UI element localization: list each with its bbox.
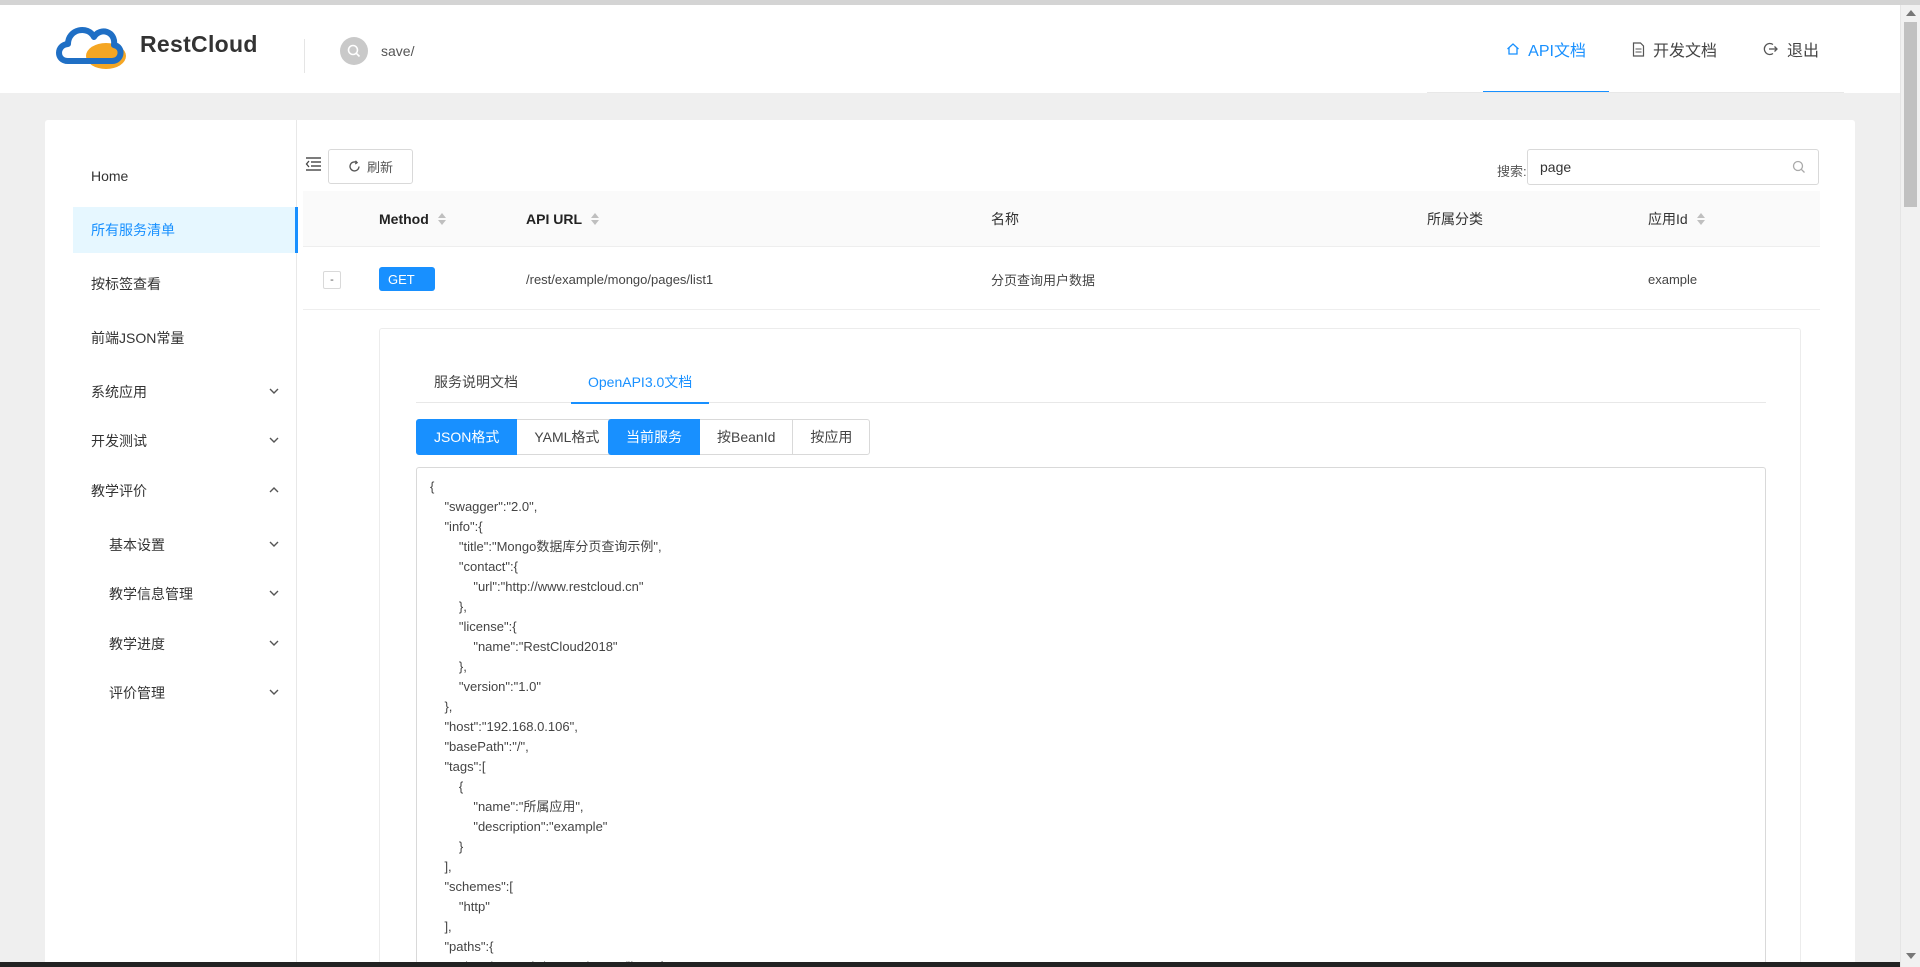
sidebar-item-teaching-info[interactable]: 教学信息管理	[73, 571, 297, 617]
yaml-format-button[interactable]: YAML格式	[516, 419, 618, 455]
scrollbar-thumb[interactable]	[1904, 22, 1917, 207]
sort-icon[interactable]	[1696, 213, 1705, 225]
current-service-button[interactable]: 当前服务	[608, 419, 700, 455]
detail-tabs: 服务说明文档 OpenAPI3.0文档	[416, 361, 1766, 404]
sidebar-item-teaching-progress[interactable]: 教学进度	[73, 621, 297, 667]
chevron-down-icon	[269, 689, 279, 695]
json-code-area[interactable]: { "swagger":"2.0", "info":{ "title":"Mon…	[416, 467, 1766, 967]
sidebar-item-all-services[interactable]: 所有服务清单	[73, 207, 298, 253]
brand-name: RestCloud	[140, 31, 258, 57]
sort-icon[interactable]	[591, 213, 599, 225]
detail-panel: 服务说明文档 OpenAPI3.0文档 JSON格式 YAML格式 当前服务 按…	[379, 328, 1801, 967]
sort-icon[interactable]	[437, 213, 446, 225]
page-scrollbar[interactable]	[1900, 5, 1920, 967]
nav-label: API文档	[1528, 43, 1586, 60]
sidebar-item-label: 教学进度	[109, 636, 165, 652]
expanded-row: 服务说明文档 OpenAPI3.0文档 JSON格式 YAML格式 当前服务 按…	[303, 311, 1820, 967]
column-header-category: 所属分类	[1427, 191, 1483, 247]
sidebar-item-label: 开发测试	[91, 433, 147, 449]
method-badge: GET	[379, 267, 435, 291]
app-header: RestCloud save/ API文档 开发文档 退出	[0, 5, 1900, 93]
chevron-up-icon	[269, 487, 279, 493]
refresh-button[interactable]: 刷新	[328, 149, 413, 184]
sidebar-item-home[interactable]: Home	[73, 153, 297, 199]
sidebar-item-dev-test[interactable]: 开发测试	[73, 418, 297, 464]
sidebar-item-label: 所有服务清单	[91, 222, 175, 238]
tab-openapi[interactable]: OpenAPI3.0文档	[570, 361, 710, 404]
sidebar-item-label: 基本设置	[109, 537, 165, 553]
header-search[interactable]: save/	[340, 37, 414, 65]
chevron-down-icon	[269, 437, 279, 443]
cloud-logo-icon	[56, 26, 126, 69]
chevron-down-icon	[269, 541, 279, 547]
cell-url: /rest/example/mongo/pages/list1	[526, 271, 714, 287]
search-label: 搜索:	[1497, 164, 1527, 179]
main-card: Home 所有服务清单 按标签查看 前端JSON常量 系统应用 开发测试 教学评…	[45, 120, 1855, 967]
json-content: { "swagger":"2.0", "info":{ "title":"Mon…	[430, 479, 663, 967]
json-format-button[interactable]: JSON格式	[416, 419, 518, 455]
search-icon[interactable]	[340, 37, 368, 65]
sidebar-item-label: 系统应用	[91, 384, 147, 400]
sidebar-item-label: 教学评价	[91, 483, 147, 499]
chevron-down-icon	[269, 388, 279, 394]
logout-icon	[1763, 42, 1778, 56]
sidebar-item-label: 评价管理	[109, 685, 165, 701]
header-search-text: save/	[381, 43, 415, 59]
nav-underline	[1427, 92, 1844, 93]
window-bottom-strip	[0, 962, 1900, 967]
refresh-label: 刷新	[366, 160, 393, 175]
header-divider	[304, 39, 305, 73]
chevron-down-icon	[269, 640, 279, 646]
nav-label: 退出	[1786, 43, 1819, 60]
refresh-icon	[349, 160, 360, 172]
column-header-name: 名称	[991, 191, 1019, 247]
sidebar-item-label: 教学信息管理	[109, 586, 193, 602]
home-icon	[1507, 43, 1520, 55]
by-app-button[interactable]: 按应用	[792, 419, 871, 455]
column-header-app-id[interactable]: 应用Id	[1648, 191, 1705, 247]
tab-service-doc[interactable]: 服务说明文档	[434, 361, 518, 403]
brand-logo[interactable]: RestCloud	[54, 17, 258, 72]
cell-name: 分页查询用户数据	[991, 272, 1096, 288]
sidebar-item-label: 按标签查看	[91, 276, 161, 292]
sidebar-item-label: 前端JSON常量	[91, 330, 185, 346]
row-collapse-button[interactable]: -	[323, 271, 341, 289]
sidebar-item-system-apps[interactable]: 系统应用	[73, 369, 297, 415]
column-label: 名称	[991, 211, 1019, 227]
scroll-down-icon[interactable]	[1906, 953, 1916, 959]
scope-toggle: 当前服务 按BeanId 按应用	[608, 419, 871, 455]
column-header-url[interactable]: API URL	[526, 191, 599, 247]
sidebar-item-eval-management[interactable]: 评价管理	[73, 670, 297, 716]
document-icon	[1632, 41, 1645, 57]
search-value: page	[1540, 159, 1572, 175]
format-toggle: JSON格式 YAML格式	[416, 419, 618, 455]
sidebar-item-basic-settings[interactable]: 基本设置	[73, 522, 297, 568]
chevron-down-icon	[269, 590, 279, 596]
by-beanid-button[interactable]: 按BeanId	[699, 419, 794, 455]
sidebar: Home 所有服务清单 按标签查看 前端JSON常量 系统应用 开发测试 教学评…	[45, 120, 298, 967]
sidebar-item-json-constants[interactable]: 前端JSON常量	[73, 315, 297, 361]
table-row[interactable]: - GET /rest/example/mongo/pages/list1 分页…	[303, 248, 1820, 310]
column-header-method[interactable]: Method	[379, 191, 446, 247]
search-input[interactable]: page	[1527, 149, 1819, 185]
scroll-up-icon[interactable]	[1906, 10, 1916, 16]
table-header: Method API URL 名称 所属分类 应用Id	[303, 191, 1820, 247]
column-label: 所属分类	[1427, 211, 1483, 227]
top-nav: API文档 开发文档 退出	[1483, 5, 1842, 93]
column-label: 应用Id	[1648, 211, 1688, 227]
sidebar-item-teaching-eval[interactable]: 教学评价	[73, 468, 297, 514]
nav-logout[interactable]: 退出	[1740, 5, 1842, 93]
column-label: API URL	[526, 211, 582, 227]
column-label: Method	[379, 211, 429, 227]
menu-fold-icon[interactable]	[305, 156, 322, 172]
nav-api-docs[interactable]: API文档	[1483, 5, 1609, 93]
search-icon[interactable]	[1792, 160, 1806, 174]
nav-label: 开发文档	[1652, 43, 1717, 60]
sidebar-item-label: Home	[91, 168, 129, 184]
nav-dev-docs[interactable]: 开发文档	[1609, 5, 1740, 93]
cell-app-id: example	[1648, 271, 1698, 287]
sidebar-item-by-tag[interactable]: 按标签查看	[73, 261, 297, 307]
